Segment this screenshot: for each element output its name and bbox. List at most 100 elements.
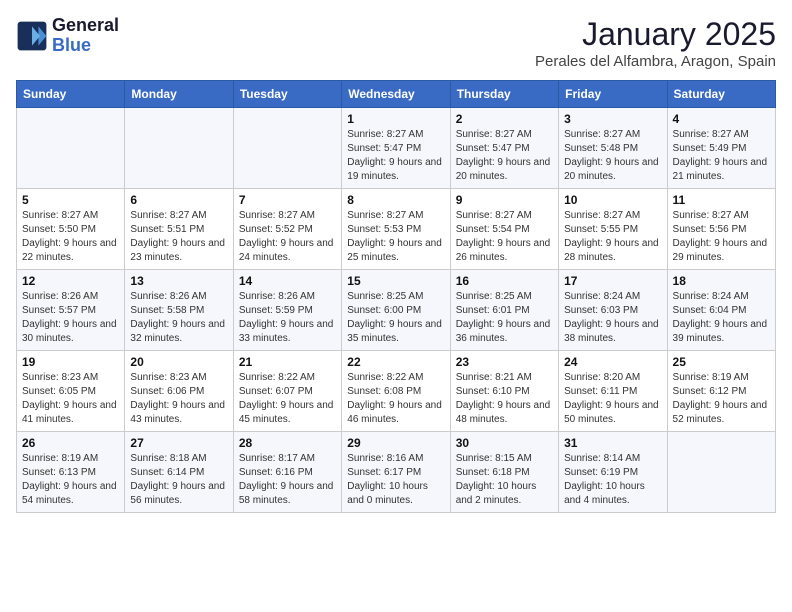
day-cell: 17 Sunrise: 8:24 AM Sunset: 6:03 PM Dayli… [559,270,667,351]
calendar-title: January 2025 [535,16,776,53]
day-cell: 23 Sunrise: 8:21 AM Sunset: 6:10 PM Dayli… [450,351,558,432]
day-cell: 13Sunrise: 8:26 AM Sunset: 5:58 PM Dayli… [125,270,233,351]
day-info: Sunrise: 8:27 AM Sunset: 5:47 PM Dayligh… [456,128,553,184]
day-number: 14 [239,274,336,288]
day-info: Sunrise: 8:27 AM Sunset: 5:53 PM Dayligh… [347,209,444,265]
day-info: Sunrise: 8:23 AM Sunset: 6:05 PM Dayligh… [22,371,119,427]
day-number: 8 [347,193,444,207]
day-cell: 11Sunrise: 8:27 AM Sunset: 5:56 PM Dayli… [667,189,775,270]
day-info: Sunrise: 8:27 AM Sunset: 5:47 PM Dayligh… [347,128,444,184]
day-number: 27 [130,436,227,450]
day-cell: 10Sunrise: 8:27 AM Sunset: 5:55 PM Dayli… [559,189,667,270]
day-cell: 28Sunrise: 8:17 AM Sunset: 6:16 PM Dayli… [233,432,341,513]
day-cell: 22 Sunrise: 8:22 AM Sunset: 6:08 PM Dayli… [342,351,450,432]
day-number: 7 [239,193,336,207]
day-info: Sunrise: 8:22 AM Sunset: 6:07 PM Dayligh… [239,371,336,427]
day-cell [667,432,775,513]
logo-text: General Blue [52,16,119,56]
weekday-header-thursday: Thursday [450,81,558,108]
day-cell: 2 Sunrise: 8:27 AM Sunset: 5:47 PM Daylig… [450,108,558,189]
day-number: 29 [347,436,444,450]
day-info: Sunrise: 8:27 AM Sunset: 5:48 PM Dayligh… [564,128,661,184]
week-row-2: 5 Sunrise: 8:27 AM Sunset: 5:50 PM Daylig… [17,189,776,270]
weekday-header-saturday: Saturday [667,81,775,108]
day-number: 17 [564,274,661,288]
day-info: Sunrise: 8:23 AM Sunset: 6:06 PM Dayligh… [130,371,227,427]
day-number: 5 [22,193,119,207]
day-cell: 25Sunrise: 8:19 AM Sunset: 6:12 PM Dayli… [667,351,775,432]
day-info: Sunrise: 8:26 AM Sunset: 5:58 PM Dayligh… [130,290,227,346]
week-row-3: 12 Sunrise: 8:26 AM Sunset: 5:57 PM Dayli… [17,270,776,351]
day-info: Sunrise: 8:17 AM Sunset: 6:16 PM Dayligh… [239,452,336,508]
weekday-header-monday: Monday [125,81,233,108]
day-number: 19 [22,355,119,369]
day-info: Sunrise: 8:19 AM Sunset: 6:13 PM Dayligh… [22,452,119,508]
title-block: January 2025 Perales del Alfambra, Arago… [535,16,776,70]
logo: General Blue [16,16,119,56]
day-cell: 29 Sunrise: 8:16 AM Sunset: 6:17 PM Dayli… [342,432,450,513]
day-info: Sunrise: 8:25 AM Sunset: 6:00 PM Dayligh… [347,290,444,346]
week-row-1: 1 Sunrise: 8:27 AM Sunset: 5:47 PM Daylig… [17,108,776,189]
day-number: 16 [456,274,553,288]
day-cell: 5 Sunrise: 8:27 AM Sunset: 5:50 PM Daylig… [17,189,125,270]
day-cell: 7 Sunrise: 8:27 AM Sunset: 5:52 PM Daylig… [233,189,341,270]
day-info: Sunrise: 8:27 AM Sunset: 5:49 PM Dayligh… [673,128,770,184]
weekday-header-tuesday: Tuesday [233,81,341,108]
day-info: Sunrise: 8:16 AM Sunset: 6:17 PM Dayligh… [347,452,444,508]
day-info: Sunrise: 8:19 AM Sunset: 6:12 PM Dayligh… [673,371,770,427]
day-cell [233,108,341,189]
day-info: Sunrise: 8:15 AM Sunset: 6:18 PM Dayligh… [456,452,553,508]
calendar-table: SundayMondayTuesdayWednesdayThursdayFrid… [16,80,776,513]
day-info: Sunrise: 8:27 AM Sunset: 5:50 PM Dayligh… [22,209,119,265]
day-number: 4 [673,112,770,126]
logo-icon [16,20,48,52]
day-number: 1 [347,112,444,126]
weekday-header-row: SundayMondayTuesdayWednesdayThursdayFrid… [17,81,776,108]
day-number: 26 [22,436,119,450]
day-info: Sunrise: 8:27 AM Sunset: 5:54 PM Dayligh… [456,209,553,265]
day-info: Sunrise: 8:25 AM Sunset: 6:01 PM Dayligh… [456,290,553,346]
day-cell: 18 Sunrise: 8:24 AM Sunset: 6:04 PM Dayli… [667,270,775,351]
day-info: Sunrise: 8:22 AM Sunset: 6:08 PM Dayligh… [347,371,444,427]
day-number: 18 [673,274,770,288]
day-number: 22 [347,355,444,369]
day-info: Sunrise: 8:20 AM Sunset: 6:11 PM Dayligh… [564,371,661,427]
day-cell: 8 Sunrise: 8:27 AM Sunset: 5:53 PM Daylig… [342,189,450,270]
day-info: Sunrise: 8:24 AM Sunset: 6:04 PM Dayligh… [673,290,770,346]
day-cell: 6 Sunrise: 8:27 AM Sunset: 5:51 PM Daylig… [125,189,233,270]
day-cell: 16 Sunrise: 8:25 AM Sunset: 6:01 PM Dayli… [450,270,558,351]
week-row-5: 26 Sunrise: 8:19 AM Sunset: 6:13 PM Dayli… [17,432,776,513]
day-cell: 19 Sunrise: 8:23 AM Sunset: 6:05 PM Dayli… [17,351,125,432]
day-cell: 30Sunrise: 8:15 AM Sunset: 6:18 PM Dayli… [450,432,558,513]
day-cell: 21 Sunrise: 8:22 AM Sunset: 6:07 PM Dayli… [233,351,341,432]
day-cell: 31 Sunrise: 8:14 AM Sunset: 6:19 PM Dayli… [559,432,667,513]
day-info: Sunrise: 8:14 AM Sunset: 6:19 PM Dayligh… [564,452,661,508]
day-cell: 15 Sunrise: 8:25 AM Sunset: 6:00 PM Dayli… [342,270,450,351]
day-cell: 4 Sunrise: 8:27 AM Sunset: 5:49 PM Daylig… [667,108,775,189]
day-info: Sunrise: 8:26 AM Sunset: 5:59 PM Dayligh… [239,290,336,346]
day-number: 15 [347,274,444,288]
day-cell: 20 Sunrise: 8:23 AM Sunset: 6:06 PM Dayli… [125,351,233,432]
day-cell: 3 Sunrise: 8:27 AM Sunset: 5:48 PM Daylig… [559,108,667,189]
day-info: Sunrise: 8:27 AM Sunset: 5:51 PM Dayligh… [130,209,227,265]
day-info: Sunrise: 8:27 AM Sunset: 5:52 PM Dayligh… [239,209,336,265]
day-number: 6 [130,193,227,207]
day-info: Sunrise: 8:26 AM Sunset: 5:57 PM Dayligh… [22,290,119,346]
day-info: Sunrise: 8:21 AM Sunset: 6:10 PM Dayligh… [456,371,553,427]
day-number: 31 [564,436,661,450]
day-cell [125,108,233,189]
day-cell: 12 Sunrise: 8:26 AM Sunset: 5:57 PM Dayli… [17,270,125,351]
day-number: 3 [564,112,661,126]
week-row-4: 19 Sunrise: 8:23 AM Sunset: 6:05 PM Dayli… [17,351,776,432]
day-number: 21 [239,355,336,369]
weekday-header-friday: Friday [559,81,667,108]
page-header: General Blue January 2025 Perales del Al… [16,16,776,70]
day-number: 20 [130,355,227,369]
day-number: 9 [456,193,553,207]
day-info: Sunrise: 8:24 AM Sunset: 6:03 PM Dayligh… [564,290,661,346]
day-number: 12 [22,274,119,288]
day-number: 23 [456,355,553,369]
day-cell: 27Sunrise: 8:18 AM Sunset: 6:14 PM Dayli… [125,432,233,513]
day-number: 2 [456,112,553,126]
weekday-header-sunday: Sunday [17,81,125,108]
